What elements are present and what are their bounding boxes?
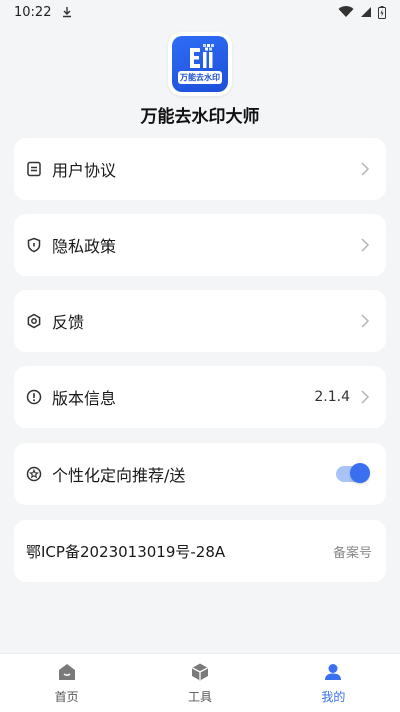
chevron-right-icon	[358, 387, 372, 407]
shield-icon	[24, 235, 44, 255]
status-time: 10:22	[14, 4, 52, 20]
icp-record: 鄂ICP备2023013019号-28A 备案号	[14, 520, 386, 582]
home-icon	[58, 663, 75, 680]
download-icon	[63, 7, 72, 18]
wifi-icon	[338, 6, 354, 18]
status-bar: 10:22	[0, 0, 400, 24]
star-badge-icon	[24, 464, 44, 484]
menu-item-feedback[interactable]: 反馈	[14, 290, 386, 352]
menu-item-user-agreement[interactable]: 用户协议	[14, 138, 386, 200]
menu-item-label: 隐私政策	[52, 237, 117, 256]
document-icon	[24, 159, 44, 179]
info-icon	[24, 387, 44, 407]
nav-label: 我的	[321, 689, 346, 704]
app-logo: 万能去水印	[168, 32, 232, 96]
menu-item-privacy-policy[interactable]: 隐私政策	[14, 214, 386, 276]
nav-label: 首页	[54, 689, 79, 704]
nav-home[interactable]: 首页	[0, 654, 133, 712]
chevron-right-icon	[358, 235, 372, 255]
toggle-knob	[350, 463, 370, 483]
nav-tools[interactable]: 工具	[133, 654, 266, 712]
logo-glyph-icon	[190, 44, 214, 68]
menu-item-label: 个性化定向推荐/送	[52, 466, 186, 485]
nav-mine[interactable]: 我的	[267, 654, 400, 712]
app-name: 万能去水印大师	[140, 107, 260, 127]
menu-item-label: 版本信息	[52, 389, 117, 408]
nav-label: 工具	[187, 689, 212, 704]
hexagon-icon	[24, 311, 44, 331]
signal-icon	[361, 7, 371, 17]
version-number: 2.1.4	[314, 389, 350, 405]
user-icon	[325, 663, 342, 680]
chevron-right-icon	[358, 311, 372, 331]
icp-tag: 备案号	[332, 545, 372, 561]
menu-item-personalized: 个性化定向推荐/送	[14, 443, 386, 505]
logo-caption: 万能去水印	[178, 71, 222, 84]
personalized-toggle[interactable]	[336, 463, 370, 483]
menu-item-label: 用户协议	[52, 161, 117, 180]
cube-icon	[191, 663, 208, 680]
icp-number: 鄂ICP备2023013019号-28A	[26, 542, 226, 561]
menu-item-label: 反馈	[52, 313, 85, 332]
menu-item-version-info[interactable]: 版本信息 2.1.4	[14, 366, 386, 428]
chevron-right-icon	[358, 159, 372, 179]
battery-icon	[378, 5, 386, 19]
bottom-nav: 首页 工具 我的	[0, 653, 400, 712]
